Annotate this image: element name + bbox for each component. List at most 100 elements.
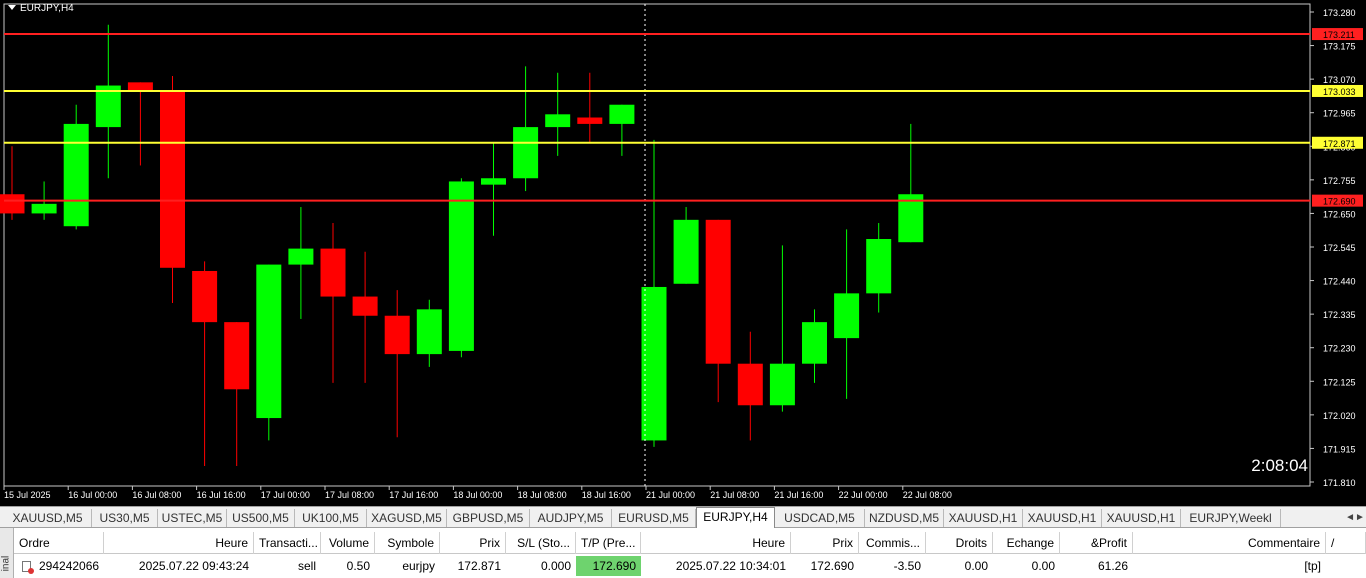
chart-tab[interactable]: XAUUSD,H1 — [944, 509, 1023, 527]
x-axis-tick-label: 21 Jul 08:00 — [710, 490, 759, 500]
column-header[interactable]: Volume — [321, 532, 375, 554]
candle-body — [673, 219, 699, 284]
x-axis-tick-label: 22 Jul 08:00 — [903, 490, 952, 500]
chart-tab[interactable]: GBPUSD,M5 — [447, 509, 530, 527]
candle-body — [866, 239, 892, 294]
column-header[interactable]: Transacti... — [254, 532, 321, 554]
candle-body — [737, 363, 763, 406]
chart-tab[interactable]: XAUUSD,H1 — [1023, 509, 1102, 527]
chart-tab[interactable]: US30,M5 — [92, 509, 158, 527]
chart-tab[interactable]: EURJPY,H4 — [696, 507, 775, 528]
table-cell: eurjpy — [402, 559, 435, 573]
terminal-side-tab[interactable]: inal — [0, 528, 14, 578]
y-axis-tick-label: 172.335 — [1323, 310, 1356, 320]
y-axis-tick-label: 172.965 — [1323, 109, 1356, 119]
y-axis-tick-label: 173.175 — [1323, 42, 1356, 52]
y-axis-tick-label: 172.440 — [1323, 277, 1356, 287]
chart-tab[interactable]: XAUUSD,M5 — [4, 509, 92, 527]
column-header[interactable]: Ordre — [14, 532, 104, 554]
chart-tab[interactable]: XAGUSD,M5 — [367, 509, 447, 527]
candle-body — [705, 219, 731, 364]
column-header[interactable]: S/L (Sto... — [506, 532, 576, 554]
candle-body — [288, 248, 314, 265]
y-axis-tick-label: 171.810 — [1323, 478, 1356, 488]
candle-body — [63, 123, 89, 227]
x-axis-tick-label: 16 Jul 16:00 — [197, 490, 246, 500]
column-header[interactable]: Commentaire — [1133, 532, 1326, 554]
candle-body — [31, 203, 57, 214]
candle-body — [769, 363, 795, 406]
y-axis-tick-label: 172.545 — [1323, 243, 1356, 253]
y-axis-tick-label: 173.280 — [1323, 8, 1356, 18]
chart-tab[interactable]: USDCAD,M5 — [775, 509, 865, 527]
price-level-tag-label: 172.871 — [1323, 139, 1356, 149]
table-cell: sell — [297, 559, 316, 573]
column-header[interactable]: Droits — [926, 532, 993, 554]
column-header[interactable]: Symbole — [375, 532, 440, 554]
chart-symbol-title[interactable]: EURJPY,H4 — [8, 3, 74, 14]
chart-title-text: EURJPY,H4 — [20, 3, 74, 14]
x-axis-tick-label: 16 Jul 00:00 — [68, 490, 117, 500]
column-header[interactable]: Echange — [993, 532, 1060, 554]
candle-body — [352, 296, 378, 316]
terminal-panel: inal Ordre Heure Transacti... Volume Symbole… — [0, 528, 1366, 578]
column-header[interactable]: Prix — [440, 532, 506, 554]
chart-tab[interactable]: UK100,M5 — [295, 509, 367, 527]
candle-body — [416, 309, 442, 355]
x-axis-tick-label: 18 Jul 08:00 — [518, 490, 567, 500]
x-axis-tick-label: 17 Jul 16:00 — [389, 490, 438, 500]
table-cell: 0.50 — [346, 559, 370, 573]
column-header[interactable]: Prix — [791, 532, 859, 554]
x-axis-tick-label: 21 Jul 00:00 — [646, 490, 695, 500]
x-axis-tick-label: 18 Jul 16:00 — [582, 490, 631, 500]
tabs-scroll-arrows-icon[interactable]: ◄► — [1344, 510, 1366, 526]
table-cell: 61.26 — [1097, 559, 1128, 573]
y-axis-tick-label: 171.915 — [1323, 444, 1356, 454]
chart-tab[interactable]: EURUSD,M5 — [612, 509, 696, 527]
table-cell: 172.690 — [810, 559, 854, 573]
chart-window[interactable]: 173.280173.175173.070172.965172.860172.7… — [0, 0, 1366, 506]
column-header[interactable]: Commis... — [859, 532, 926, 554]
x-axis-tick-label: 17 Jul 00:00 — [261, 490, 310, 500]
x-axis-tick-label: 16 Jul 08:00 — [132, 490, 181, 500]
y-axis-tick-label: 172.650 — [1323, 209, 1356, 219]
y-axis-tick-label: 172.125 — [1323, 377, 1356, 387]
x-axis-tick-label: 22 Jul 00:00 — [839, 490, 888, 500]
y-axis-tick-label: 172.230 — [1323, 344, 1356, 354]
chart-tab[interactable]: USTEC,M5 — [158, 509, 227, 527]
dropdown-arrow-icon[interactable] — [8, 5, 16, 10]
column-header[interactable]: Heure — [641, 532, 791, 554]
table-cell: 2025.07.22 09:43:24 — [138, 559, 249, 573]
chart-tabs-bar: XAUUSD,M5 US30,M5 USTEC,M5 US500,M5 UK100,M5… — [0, 506, 1366, 528]
price-level-tag-label: 173.211 — [1323, 30, 1355, 40]
table-cell: 2025.07.22 10:34:01 — [675, 559, 786, 573]
column-header[interactable]: &Profit — [1060, 532, 1133, 554]
candle-body — [224, 322, 250, 390]
column-header[interactable]: Heure — [104, 532, 254, 554]
column-header[interactable]: T/P (Pre... — [576, 532, 641, 554]
chart-tab[interactable]: US500,M5 — [227, 509, 295, 527]
chart-tab[interactable]: AUDJPY,M5 — [530, 509, 612, 527]
candle-body — [160, 91, 185, 268]
table-cell: 172.871 — [457, 559, 501, 573]
chart-tab[interactable]: XAUUSD,H1 — [1102, 509, 1181, 527]
candle-body — [545, 114, 571, 128]
table-cell: 0.000 — [540, 559, 571, 573]
candle-body — [256, 264, 282, 419]
column-header[interactable]: / — [1326, 532, 1366, 554]
table-cell: 294242066 — [39, 559, 100, 573]
price-level-tag-label: 172.690 — [1323, 197, 1356, 207]
x-axis-tick-label: 18 Jul 00:00 — [453, 490, 502, 500]
candle-body — [320, 248, 346, 297]
price-level-tag-label: 173.033 — [1323, 87, 1356, 97]
table-cell: [tp] — [1304, 559, 1321, 573]
candle-body — [802, 322, 827, 364]
chart-tab[interactable]: EURJPY,Weekl — [1181, 509, 1281, 527]
x-axis-tick-label: 15 Jul 2025 — [4, 490, 51, 500]
candle-body — [448, 181, 474, 351]
candle-body — [577, 117, 603, 124]
candle-body — [192, 270, 218, 323]
table-cell: -3.50 — [893, 559, 921, 573]
candlestick-chart[interactable]: 173.280173.175173.070172.965172.860172.7… — [0, 0, 1366, 506]
chart-tab[interactable]: NZDUSD,M5 — [865, 509, 944, 527]
